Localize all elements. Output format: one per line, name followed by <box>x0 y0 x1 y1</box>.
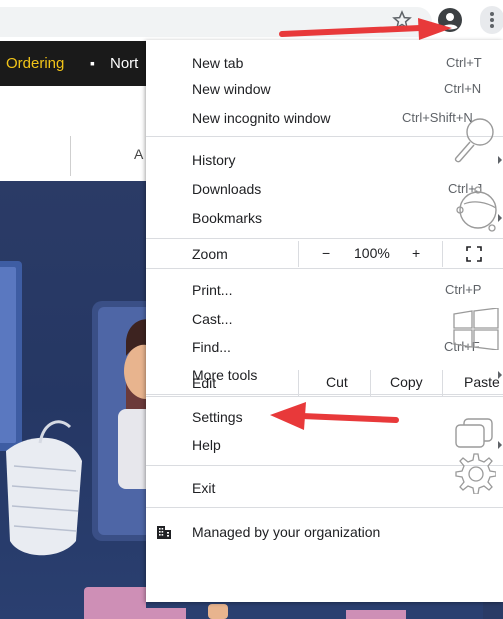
zoom-in-button[interactable]: + <box>412 245 420 261</box>
menu-item-label: Managed by your organization <box>192 524 381 540</box>
menu-item-label: Help <box>192 437 221 453</box>
kebab-dot-icon <box>490 12 494 16</box>
menu-item-new-tab[interactable]: New tab Ctrl+T <box>146 50 503 76</box>
menu-separator <box>146 507 503 508</box>
nav-link-north[interactable]: Nort <box>110 55 138 72</box>
menu-item-label: Edit <box>192 375 217 391</box>
nav-separator: ▪ <box>90 55 95 71</box>
hero-bottom-strip <box>146 602 483 619</box>
annotation-arrow-to-menu-button <box>279 18 452 40</box>
hero-bottom-artwork <box>146 604 406 619</box>
chrome-main-menu: New tab Ctrl+T New window Ctrl+N New inc… <box>146 40 503 602</box>
window-switch-outline-icon <box>455 418 493 448</box>
submenu-arrow-icon <box>498 441 502 449</box>
kebab-dot-icon <box>490 24 494 28</box>
shortcut-label: Ctrl+P <box>445 282 482 297</box>
chrome-menu-button[interactable] <box>480 6 503 34</box>
shortcut-label: Ctrl+T <box>446 55 482 70</box>
menu-separator <box>146 465 503 466</box>
zoom-out-button[interactable]: − <box>322 245 330 261</box>
shortcut-label: Ctrl+N <box>444 81 482 96</box>
fullscreen-icon[interactable] <box>466 246 482 262</box>
annotation-arrow-to-settings <box>270 402 399 430</box>
cut-button[interactable]: Cut <box>326 374 348 390</box>
edit-divider <box>298 370 299 396</box>
menu-row-edit-visible: Edit Cut Copy Paste <box>146 370 503 396</box>
menu-item-label: New tab <box>192 55 244 71</box>
menu-item-new-window[interactable]: New window Ctrl+N <box>146 76 503 102</box>
menu-separator <box>146 268 503 269</box>
menu-item-label: Find... <box>192 339 231 355</box>
menu-item-label: New window <box>192 81 271 97</box>
hero-illustration <box>0 181 146 619</box>
magnifier-outline-icon <box>454 118 494 163</box>
menu-item-bookmarks[interactable]: Bookmarks <box>146 205 503 231</box>
menu-item-label: Cast... <box>192 311 233 327</box>
globe-network-outline-icon <box>456 186 497 232</box>
menu-item-label: Zoom <box>192 246 228 262</box>
site-subheader: A <box>0 86 146 181</box>
site-navigation-bar: Ordering ▪ Nort <box>0 41 146 86</box>
paste-button[interactable]: Paste <box>464 374 500 390</box>
menu-item-find[interactable]: Find... Ctrl+F <box>146 334 503 360</box>
gear-outline-icon <box>455 453 496 494</box>
menu-item-downloads[interactable]: Downloads Ctrl+J <box>146 176 503 202</box>
menu-row-zoom: Zoom − 100% + <box>146 241 503 267</box>
zoom-divider <box>442 241 443 267</box>
menu-item-label: Bookmarks <box>192 210 263 226</box>
subheader-text: A <box>134 146 144 162</box>
subheader-divider <box>70 136 71 176</box>
menu-item-label: History <box>192 152 236 168</box>
menu-item-label: Print... <box>192 282 233 298</box>
menu-item-label: Settings <box>192 409 243 425</box>
kebab-dot-icon <box>490 18 494 22</box>
menu-separator <box>146 238 503 239</box>
menu-item-print[interactable]: Print... Ctrl+P <box>146 277 503 303</box>
menu-item-exit[interactable]: Exit <box>146 475 503 501</box>
edit-divider <box>370 370 371 396</box>
zoom-divider <box>298 241 299 267</box>
copy-button[interactable]: Copy <box>390 374 423 390</box>
menu-item-cast[interactable]: Cast... <box>146 306 503 332</box>
zoom-level: 100% <box>354 245 390 261</box>
menu-separator <box>146 396 503 397</box>
windows-logo-outline-icon <box>453 308 499 350</box>
edit-divider <box>442 370 443 396</box>
nav-link-ordering[interactable]: Ordering <box>6 55 64 72</box>
menu-item-label: New incognito window <box>192 110 331 126</box>
hero-artwork <box>0 261 146 619</box>
menu-item-label: Downloads <box>192 181 262 197</box>
menu-item-managed-by-organization[interactable]: Managed by your organization <box>146 519 503 545</box>
menu-item-help[interactable]: Help <box>146 432 503 458</box>
menu-item-label: Exit <box>192 480 216 496</box>
building-icon <box>157 526 171 539</box>
